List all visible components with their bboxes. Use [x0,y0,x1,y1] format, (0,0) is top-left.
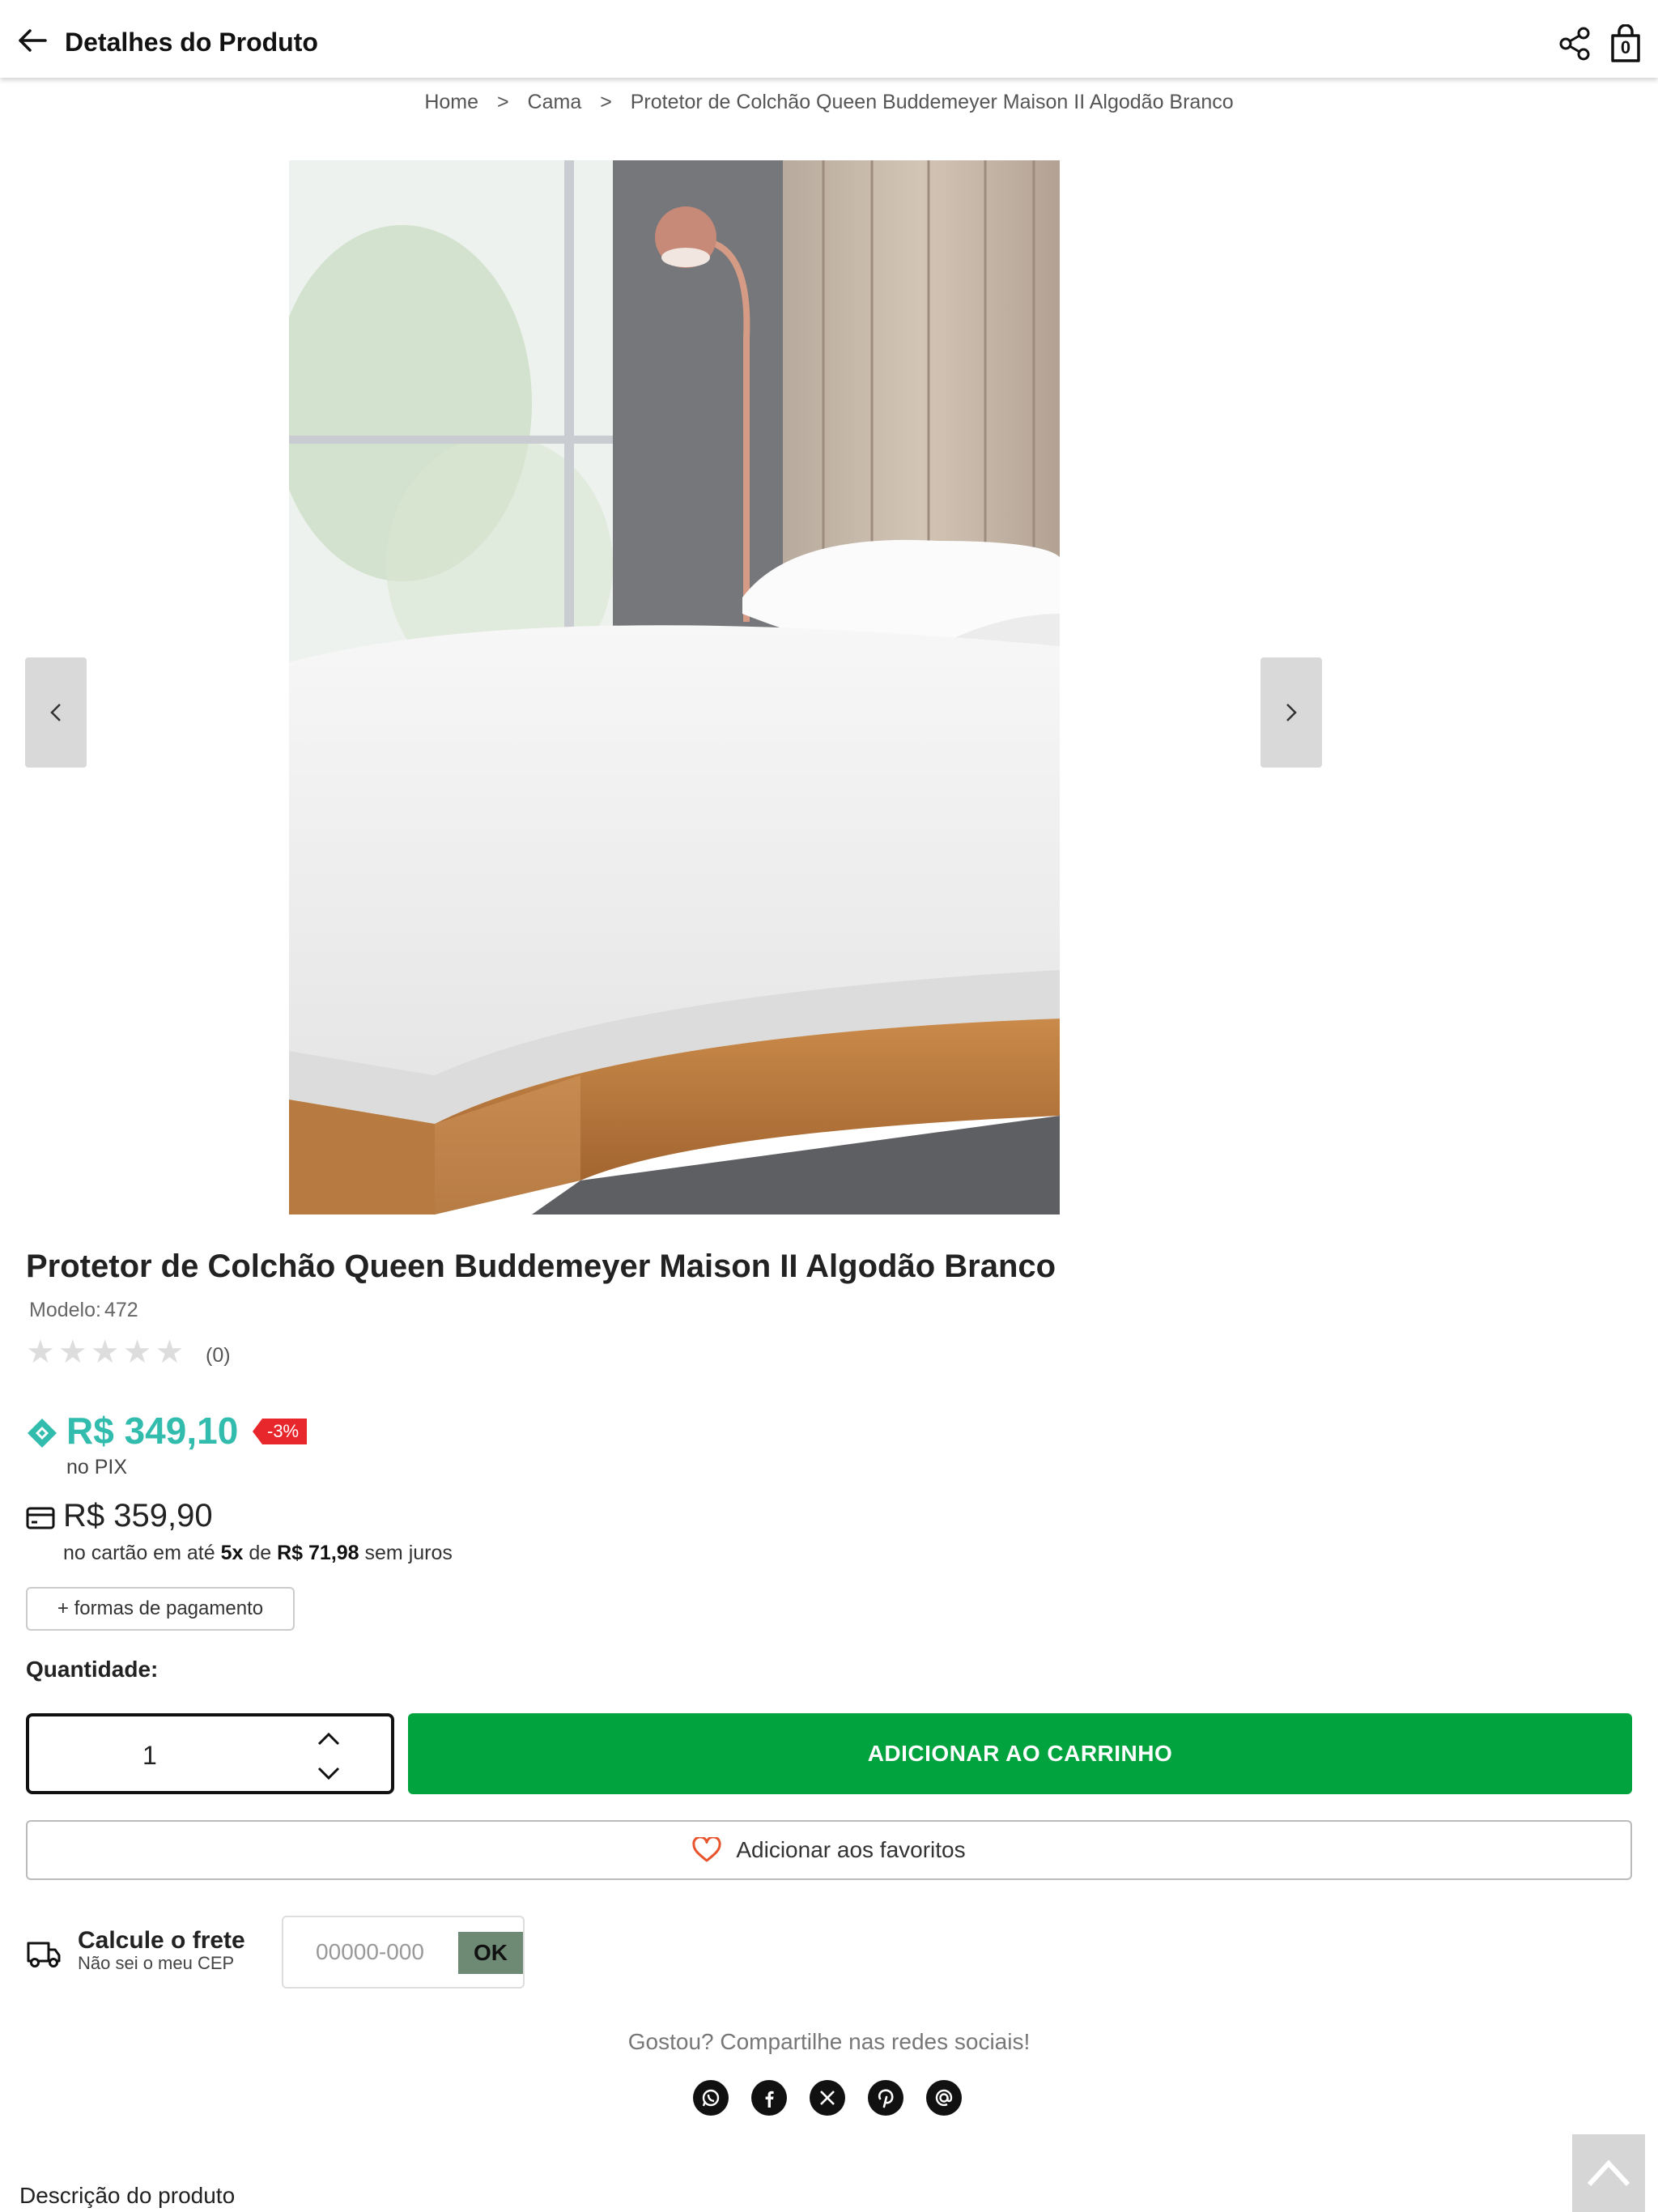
add-to-favorites-button[interactable]: Adicionar aos favoritos [26,1820,1632,1880]
share-prompt: Gostou? Compartilhe nas redes sociais! [627,2029,1031,2054]
star-icon: ★ [155,1334,185,1370]
rating-stars[interactable]: ★ ★ ★ ★ ★ [26,1336,184,1368]
model-info: Modelo: 472 [26,1299,138,1322]
scroll-to-top-button[interactable] [1572,2134,1645,2212]
pinterest-icon[interactable] [868,2080,903,2116]
model-label: Modelo: [29,1299,101,1321]
pix-price: R$ 349,10 [66,1410,239,1452]
star-icon: ★ [122,1334,152,1370]
heart-icon [692,1837,721,1862]
add-to-cart-button[interactable]: ADICIONAR AO CARRINHO [408,1713,1632,1794]
favorites-label: Adicionar aos favoritos [736,1837,966,1862]
installments-middle: de [249,1542,272,1564]
carousel-next-button[interactable] [1261,657,1322,768]
pix-icon [28,1419,57,1448]
unknown-cep-link[interactable]: Não sei o meu CEP [78,1953,234,1974]
card-price: R$ 359,90 [63,1498,213,1534]
top-app-bar: Detalhes do Produto 0 [0,0,1658,78]
product-title: Protetor de Colchão Queen Buddemeyer Mai… [26,1249,1056,1284]
cep-form: OK [282,1916,525,1989]
star-icon: ★ [57,1334,87,1370]
facebook-icon[interactable] [751,2080,787,2116]
page-title: Detalhes do Produto [65,28,318,57]
breadcrumb-separator: > [600,91,612,113]
description-header[interactable]: Descrição do produto [19,2183,235,2209]
payment-options-button[interactable]: + formas de pagamento [26,1587,295,1631]
installments-prefix: no cartão em até [63,1542,215,1564]
discount-badge: -3% [253,1419,308,1444]
review-count[interactable]: (0) [206,1344,231,1368]
shipping-title: Calcule o frete [78,1927,245,1954]
whatsapp-icon[interactable] [693,2080,729,2116]
installments-value: R$ 71,98 [277,1542,359,1564]
carousel-prev-button[interactable] [25,657,87,768]
shopping-bag-button[interactable]: 0 [1609,23,1642,63]
cart-count-badge: 0 [1620,37,1631,57]
quantity-label: Quantidade: [26,1657,159,1682]
breadcrumb-category[interactable]: Cama [528,91,582,113]
quantity-stepper[interactable]: 1 [26,1713,394,1794]
chevron-up-icon [1587,2159,1630,2187]
share-icon[interactable] [1558,26,1593,62]
installments-count: 5x [220,1542,244,1564]
product-image[interactable] [289,160,1060,1214]
installments-suffix: sem juros [364,1542,453,1564]
star-icon: ★ [26,1334,55,1370]
chevron-up-icon[interactable] [312,1725,345,1754]
star-icon: ★ [90,1334,120,1370]
credit-card-icon [26,1507,55,1529]
cep-ok-button[interactable]: OK [458,1932,523,1974]
back-arrow-icon[interactable] [15,23,50,58]
x-icon[interactable] [810,2080,845,2116]
truck-icon [27,1942,61,1967]
chevron-left-icon [50,704,61,721]
pix-label: no PIX [66,1456,128,1478]
breadcrumb: Home > Cama > Protetor de Colchão Queen … [0,91,1658,114]
social-share-row [693,2080,962,2116]
breadcrumb-current: Protetor de Colchão Queen Buddemeyer Mai… [630,91,1234,113]
breadcrumb-separator: > [496,91,509,113]
quantity-value[interactable]: 1 [142,1741,157,1771]
cep-input[interactable] [285,1919,455,1985]
breadcrumb-home[interactable]: Home [424,91,478,113]
email-icon[interactable] [926,2080,962,2116]
chevron-down-icon[interactable] [312,1759,345,1788]
chevron-right-icon [1286,704,1297,721]
model-value: 472 [104,1299,138,1321]
installments-info: no cartão em até 5x de R$ 71,98 sem juro… [63,1542,453,1565]
